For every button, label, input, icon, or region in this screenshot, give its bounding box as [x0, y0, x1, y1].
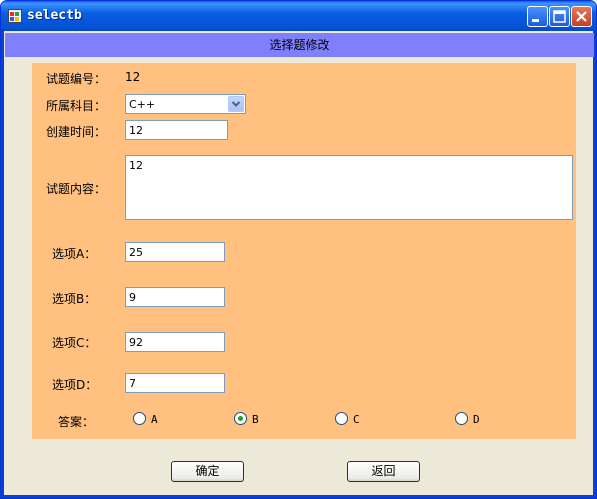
subject-select[interactable]: C++	[125, 94, 246, 114]
answer-label: 答案：	[58, 415, 95, 429]
answer-radio-a-label: A	[151, 413, 158, 426]
subject-label: 所属科目：	[46, 99, 107, 113]
answer-radio-c[interactable]	[335, 412, 348, 425]
subject-dropdown-button[interactable]	[228, 96, 244, 112]
option-b-label: 选项B：	[52, 292, 97, 306]
form-header: 选择题修改	[5, 33, 594, 57]
answer-radio-d[interactable]	[455, 412, 468, 425]
chevron-down-icon	[231, 101, 241, 107]
confirm-button[interactable]: 确定	[171, 461, 244, 482]
option-c-label: 选项C：	[52, 336, 97, 350]
minimize-icon	[532, 19, 539, 22]
minimize-button[interactable]	[527, 6, 548, 27]
window-title: selectb	[27, 8, 82, 23]
title-bar[interactable]: selectb	[1, 1, 596, 31]
form-panel: 试题编号： 12 所属科目： C++ 创建时间： 12 试题内容： 12 选项A…	[32, 63, 576, 439]
option-a-label: 选项A：	[52, 247, 97, 261]
maximize-icon	[553, 10, 566, 23]
app-window: selectb 选择题修改 试题编号： 12 所属科目： C++ 创建时间： 1…	[0, 0, 597, 499]
question-id-value: 12	[125, 70, 141, 84]
answer-radio-a[interactable]	[133, 412, 146, 425]
subject-select-value: C++	[129, 98, 156, 111]
back-button[interactable]: 返回	[347, 461, 420, 482]
option-a-input[interactable]: 25	[125, 242, 225, 262]
option-d-label: 选项D：	[52, 378, 98, 392]
close-icon	[576, 11, 587, 22]
option-c-input[interactable]: 92	[125, 332, 225, 352]
app-icon	[8, 9, 22, 23]
answer-radio-b-label: B	[252, 413, 259, 426]
answer-radio-d-label: D	[473, 413, 480, 426]
window-frame-left	[1, 31, 4, 498]
answer-radio-b[interactable]	[234, 412, 247, 425]
answer-radio-c-label: C	[353, 413, 360, 426]
created-time-label: 创建时间：	[46, 125, 107, 139]
created-time-input[interactable]: 12	[125, 120, 228, 140]
option-b-input[interactable]: 9	[125, 287, 225, 307]
window-frame-right	[593, 31, 596, 498]
maximize-button[interactable]	[549, 6, 570, 27]
close-button[interactable]	[571, 6, 592, 27]
option-d-input[interactable]: 7	[125, 373, 225, 393]
question-content-textarea[interactable]: 12	[125, 155, 573, 220]
question-id-label: 试题编号：	[46, 72, 107, 86]
window-frame-bottom	[1, 495, 596, 498]
question-content-label: 试题内容：	[46, 182, 107, 196]
